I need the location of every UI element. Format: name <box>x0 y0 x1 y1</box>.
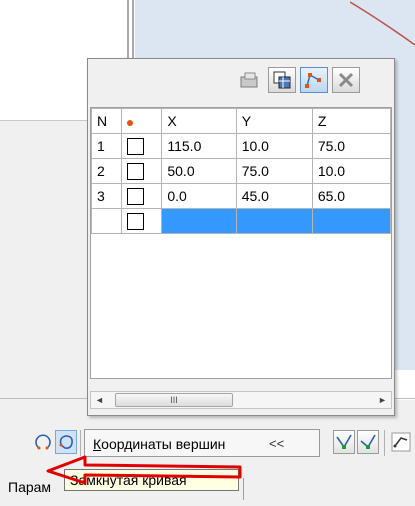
cell-x[interactable]: 0.0 <box>161 183 237 209</box>
toolbar-separator <box>80 430 81 456</box>
table-row-new[interactable] <box>91 208 392 234</box>
column-header-x[interactable]: X <box>161 108 237 134</box>
cell-z[interactable]: 75.0 <box>311 133 392 159</box>
row-checkbox-cell[interactable] <box>120 183 163 209</box>
row-checkbox[interactable] <box>126 137 144 155</box>
row-number <box>91 208 122 234</box>
delete-icon[interactable] <box>332 67 360 93</box>
row-checkbox[interactable] <box>126 212 144 230</box>
cell-x[interactable]: 50.0 <box>161 158 237 184</box>
table-header-row: N X Y Z <box>91 108 392 134</box>
open-curve-icon[interactable] <box>32 430 54 454</box>
scroll-right-icon[interactable]: ► <box>374 392 391 408</box>
column-header-n[interactable]: N <box>91 108 122 134</box>
cell-z[interactable]: 65.0 <box>311 183 392 209</box>
scroll-left-icon[interactable]: ◄ <box>91 392 108 408</box>
side-area <box>0 120 95 401</box>
copy-table-icon[interactable] <box>268 67 296 93</box>
cell-x[interactable] <box>161 208 237 234</box>
vertex-coordinates-button[interactable]: Координаты вершин << <box>84 429 320 457</box>
tangent-vertex-icon[interactable] <box>333 430 355 454</box>
vertex-points-icon[interactable] <box>300 67 328 93</box>
closed-curve-icon[interactable] <box>55 430 77 454</box>
table-row[interactable]: 3 0.0 45.0 65.0 <box>91 183 392 209</box>
cell-y[interactable]: 10.0 <box>235 133 313 159</box>
table-row[interactable]: 2 50.0 75.0 10.0 <box>91 158 392 184</box>
row-number: 2 <box>91 158 122 184</box>
cell-y[interactable] <box>235 208 313 234</box>
column-header-z[interactable]: Z <box>311 108 392 134</box>
point-marker-icon <box>126 120 133 126</box>
cell-x[interactable]: 115.0 <box>161 133 237 159</box>
cell-z[interactable]: 10.0 <box>311 158 392 184</box>
row-checkbox-cell[interactable] <box>120 158 163 184</box>
toolbar-separator <box>384 430 385 456</box>
column-header-point[interactable] <box>120 108 163 134</box>
vertex-coordinates-panel: N X Y Z 1 115.0 10.0 75.0 2 50.0 75.0 10… <box>87 58 395 416</box>
cell-y[interactable]: 45.0 <box>235 183 313 209</box>
table-row[interactable]: 1 115.0 10.0 75.0 <box>91 133 392 159</box>
panel-toolbar <box>88 59 394 99</box>
collapse-arrows[interactable]: << <box>269 436 284 451</box>
horizontal-scrollbar[interactable]: ◄ III ► <box>90 391 392 409</box>
cell-z[interactable] <box>311 208 392 234</box>
cell-y[interactable]: 75.0 <box>235 158 313 184</box>
viewport-divider <box>132 0 134 60</box>
row-checkbox-cell[interactable] <box>120 208 163 234</box>
scroll-thumb[interactable]: III <box>115 393 233 407</box>
annotation-arrow-icon <box>46 455 242 485</box>
vertex-coordinates-label: Координаты вершин <box>93 436 226 452</box>
red-curve-line <box>350 1 415 46</box>
row-checkbox[interactable] <box>126 162 144 180</box>
coordinates-table: N X Y Z 1 115.0 10.0 75.0 2 50.0 75.0 10… <box>90 107 392 379</box>
row-checkbox[interactable] <box>126 187 144 205</box>
normal-vertex-icon[interactable] <box>357 430 379 454</box>
viewport-divider <box>127 0 129 60</box>
curve-options-icon[interactable] <box>390 430 412 454</box>
row-checkbox-cell[interactable] <box>120 133 163 159</box>
open-folder-icon[interactable] <box>236 67 264 93</box>
row-number: 1 <box>91 133 122 159</box>
row-number: 3 <box>91 183 122 209</box>
column-header-y[interactable]: Y <box>235 108 313 134</box>
